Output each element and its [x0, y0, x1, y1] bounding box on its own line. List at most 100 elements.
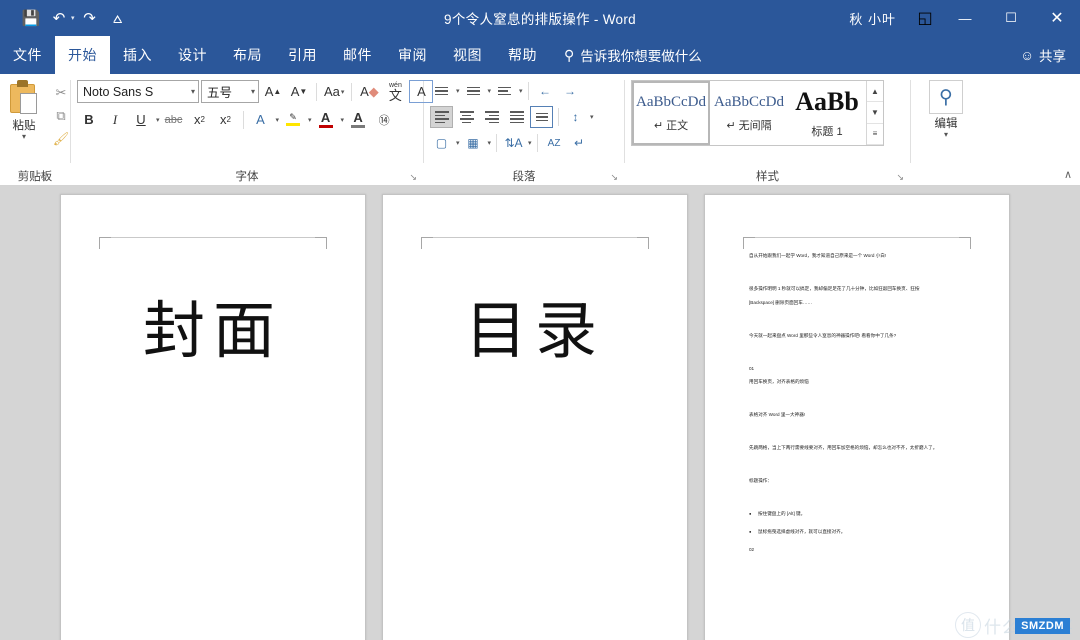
shrink-font-icon[interactable]: A ▼ [287, 80, 311, 103]
tab-layout[interactable]: 布局 [220, 36, 275, 74]
style-item-heading1[interactable]: AaBb 标题 1 [788, 81, 866, 145]
bold-button[interactable]: B [77, 108, 101, 131]
line-spacing-dropdown-icon[interactable]: ▾ [590, 113, 594, 121]
tab-home[interactable]: 开始 [55, 36, 110, 74]
title-bar: 💾 ↶ ▾ ↷ ⩟ 9个令人窒息的排版操作 - Word 秋 小叶 ◱ — ☐ … [0, 0, 1080, 36]
ribbon-display-options-icon[interactable]: ◱ [908, 0, 942, 36]
strikethrough-button[interactable]: abc [162, 108, 186, 131]
paste-button[interactable]: 粘贴 ▾ [0, 80, 50, 141]
editing-button[interactable]: ⚲ 编辑 ▾ [918, 80, 974, 139]
align-left-button[interactable] [430, 106, 453, 128]
text-effects-icon[interactable]: A [249, 108, 273, 131]
shading-dropdown-icon[interactable]: ▾ [456, 139, 460, 147]
close-button[interactable]: ✕ [1034, 0, 1080, 36]
numbering-button[interactable] [462, 80, 485, 102]
show-formatting-marks-icon[interactable]: ↵ [568, 132, 591, 154]
align-center-button[interactable] [455, 106, 478, 128]
document-page-2[interactable]: 目录 [382, 194, 688, 640]
tab-review[interactable]: 审阅 [385, 36, 440, 74]
numbering-dropdown-icon[interactable]: ▾ [488, 87, 492, 95]
font-dialog-launcher-icon[interactable]: ↘ [409, 172, 417, 183]
find-icon[interactable]: ⚲ [929, 80, 963, 114]
save-icon[interactable]: 💾 [18, 6, 44, 30]
highlight-dropdown-icon[interactable]: ▾ [308, 116, 312, 124]
font-name-dropdown-icon[interactable]: ▾ [186, 87, 195, 96]
bullets-button[interactable] [430, 80, 453, 102]
asian-layout-dropdown-icon[interactable]: ▾ [528, 139, 532, 147]
enclose-character-icon[interactable]: ⑭ [372, 108, 396, 131]
superscript-button[interactable]: x2 [214, 108, 238, 131]
line-spacing-button[interactable]: ↕ [564, 106, 587, 128]
font-size-dropdown-icon[interactable]: ▾ [246, 87, 255, 96]
document-page-3[interactable]: 自从开始跟我们一起学 Word，我才知道自己原来是一个 Word 小白! 很多操作… [704, 194, 1010, 640]
style-item-normal[interactable]: AaBbCcDd ↵ 正文 [632, 81, 710, 145]
collapse-ribbon-icon[interactable]: ∧ [1064, 168, 1072, 181]
styles-dialog-launcher-icon[interactable]: ↘ [896, 172, 904, 183]
bullets-dropdown-icon[interactable]: ▾ [456, 87, 460, 95]
multilevel-list-button[interactable] [493, 80, 516, 102]
text-highlight-icon[interactable]: ✎ [281, 108, 305, 131]
tab-references[interactable]: 引用 [275, 36, 330, 74]
tab-help[interactable]: 帮助 [495, 36, 550, 74]
italic-button[interactable]: I [103, 108, 127, 131]
tab-insert[interactable]: 插入 [110, 36, 165, 74]
asian-layout-icon[interactable]: ⇅A [502, 132, 525, 154]
page-body-text[interactable]: 自从开始跟我们一起学 Word，我才知道自己原来是一个 Word 小白! 很多操作… [749, 253, 969, 561]
align-right-button[interactable] [480, 106, 503, 128]
style-item-no-spacing[interactable]: AaBbCcDd ↵ 无间隔 [710, 81, 788, 145]
format-painter-icon[interactable]: 🖌 [50, 129, 72, 149]
font-size-input[interactable]: 五号 ▾ [201, 80, 259, 103]
body-paragraph: 02 [749, 546, 755, 552]
cut-icon[interactable]: ✂ [50, 83, 72, 103]
borders-icon[interactable]: ▦ [462, 132, 485, 154]
clear-formatting-icon[interactable]: A ◆ [357, 80, 381, 103]
document-canvas[interactable]: 封面 目录 自从开始跟我们一起学 Word，我才知道自己原来是一个 Word 小… [0, 186, 1080, 640]
undo-dropdown-icon[interactable]: ▾ [71, 14, 75, 22]
styles-scroll-down-icon[interactable]: ▼ [867, 102, 883, 124]
styles-gallery: AaBbCcDd ↵ 正文 AaBbCcDd ↵ 无间隔 AaBb 标题 1 ▲… [631, 80, 884, 146]
decrease-indent-button[interactable]: ← [534, 80, 557, 102]
undo-icon[interactable]: ↶ [46, 6, 72, 30]
font-color-icon[interactable]: A [314, 108, 338, 131]
tab-view[interactable]: 视图 [440, 36, 495, 74]
person-add-icon: ☺ [1020, 47, 1034, 63]
user-account[interactable]: 秋 小叶 [837, 9, 908, 28]
copy-icon[interactable]: ⧉ [50, 106, 72, 126]
tell-me-search[interactable]: ⚲ 告诉我你想要做什么 [564, 36, 702, 74]
increase-indent-button[interactable]: → [559, 80, 582, 102]
shading-icon[interactable]: ▢ [430, 132, 453, 154]
font-label-text: 字体 [235, 171, 259, 183]
justify-button[interactable] [505, 106, 528, 128]
editing-dropdown-icon[interactable]: ▾ [944, 131, 948, 139]
redo-icon[interactable]: ↷ [77, 6, 103, 30]
char-shading-icon[interactable]: A [346, 108, 370, 131]
text-effects-dropdown-icon[interactable]: ▾ [276, 116, 280, 124]
subscript-button[interactable]: x2 [188, 108, 212, 131]
clipboard-dialog-launcher-icon[interactable]: ↘ [39, 172, 47, 183]
change-case-icon[interactable]: Aa ▾ [322, 80, 346, 103]
underline-button[interactable]: U [129, 108, 153, 131]
underline-dropdown-icon[interactable]: ▾ [156, 116, 160, 124]
share-button[interactable]: ☺ 共享 [1020, 36, 1080, 74]
phonetic-guide-icon[interactable]: wén 文 [383, 80, 407, 103]
maximize-button[interactable]: ☐ [988, 0, 1034, 36]
styles-scroll-up-icon[interactable]: ▲ [867, 81, 883, 103]
customize-qat-icon[interactable]: ⩟ [105, 6, 131, 30]
tab-file[interactable]: 文件 [0, 36, 55, 74]
tab-mailings[interactable]: 邮件 [330, 36, 385, 74]
minimize-button[interactable]: — [942, 0, 988, 36]
distribute-button[interactable] [530, 106, 553, 128]
paste-dropdown-icon[interactable]: ▾ [22, 133, 26, 141]
document-page-1[interactable]: 封面 [60, 194, 366, 640]
styles-more-icon[interactable]: ≡ [867, 124, 883, 145]
font-color-dropdown-icon[interactable]: ▾ [341, 116, 345, 124]
font-name-input[interactable]: Noto Sans S ▾ [77, 80, 199, 103]
styles-scrollbar[interactable]: ▲ ▼ ≡ [866, 81, 883, 145]
multilevel-dropdown-icon[interactable]: ▾ [519, 87, 523, 95]
tab-design[interactable]: 设计 [165, 36, 220, 74]
body-paragraph: 01 [749, 365, 755, 371]
sort-icon[interactable]: AZ [543, 132, 566, 154]
paragraph-dialog-launcher-icon[interactable]: ↘ [610, 172, 618, 183]
grow-font-icon[interactable]: A ▲ [261, 80, 285, 103]
borders-dropdown-icon[interactable]: ▾ [488, 139, 492, 147]
